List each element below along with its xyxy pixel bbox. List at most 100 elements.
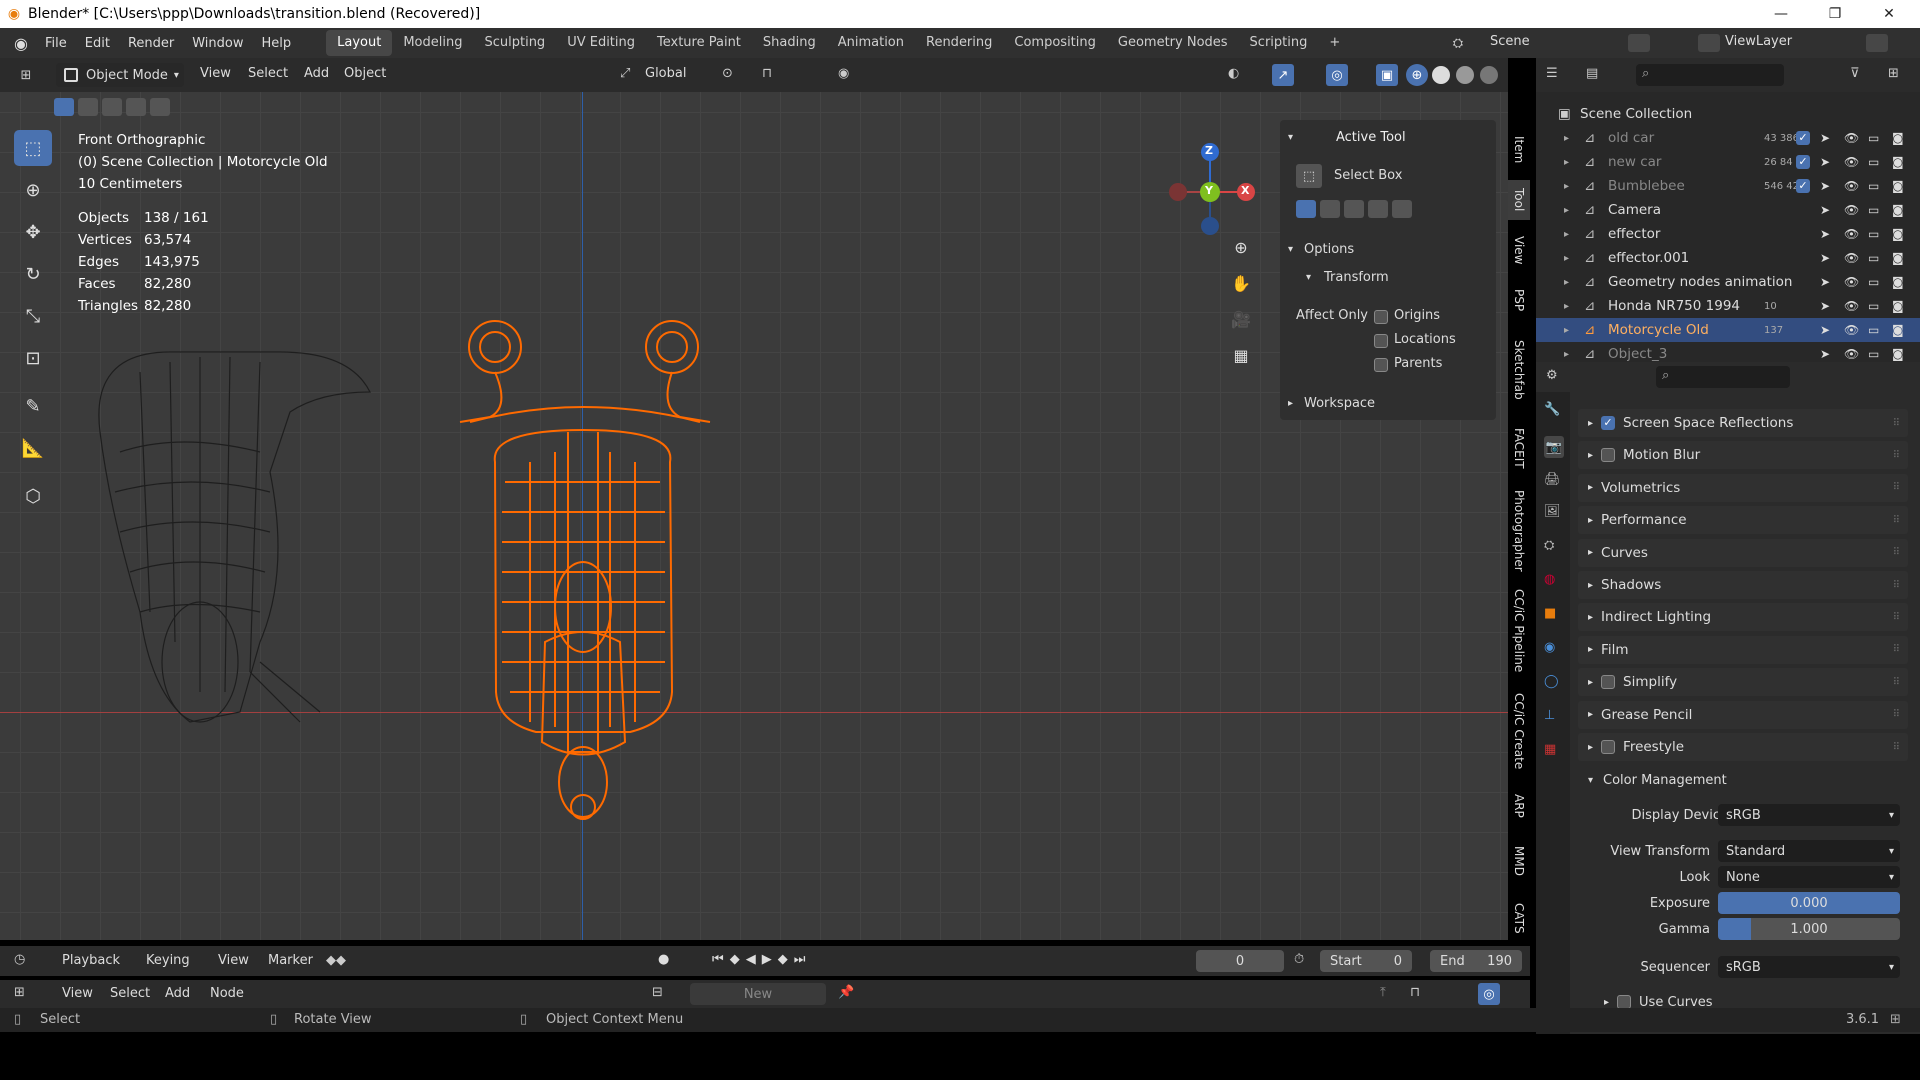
- render-visibility-icon[interactable]: ◙: [1892, 131, 1904, 145]
- tab-texture-paint[interactable]: Texture Paint: [646, 30, 752, 56]
- keyframe-nav-icon[interactable]: ◆◆: [326, 953, 346, 968]
- preview-range-icon[interactable]: ⏱: [1294, 952, 1304, 967]
- outliner-row[interactable]: ▸ ⊿ old car 43 386 ✓ ➤ 👁 ▭ ◙: [1536, 126, 1920, 150]
- sidetab-view[interactable]: View: [1508, 230, 1530, 270]
- drag-handle-icon[interactable]: ⠿: [1893, 482, 1900, 493]
- select-box-tool[interactable]: ⬚: [14, 130, 52, 166]
- selectable-icon[interactable]: ➤: [1820, 299, 1830, 313]
- selectable-icon[interactable]: ➤: [1820, 203, 1830, 217]
- gamma-slider[interactable]: 1.000: [1718, 918, 1900, 940]
- expand-arrow-icon[interactable]: ▸: [1564, 325, 1584, 336]
- origins-checkbox[interactable]: [1374, 310, 1388, 324]
- mode-subtract-icon[interactable]: [1344, 200, 1364, 218]
- menu-playback[interactable]: Playback: [62, 953, 120, 968]
- pivot-icon[interactable]: ⊙: [722, 66, 733, 81]
- drag-handle-icon[interactable]: ⠿: [1893, 418, 1900, 429]
- drag-handle-icon[interactable]: ⠿: [1893, 644, 1900, 655]
- expand-arrow-icon[interactable]: ▸: [1564, 277, 1584, 288]
- sidetab-psp[interactable]: PSP: [1508, 280, 1530, 320]
- start-frame-field[interactable]: Start 0: [1320, 950, 1412, 972]
- use-curves-checkbox[interactable]: [1617, 995, 1632, 1009]
- workspace-heading[interactable]: Workspace: [1304, 396, 1375, 411]
- eye-icon[interactable]: 👁: [1844, 323, 1859, 337]
- annotate-tool[interactable]: ✎: [14, 388, 52, 424]
- render-panel-row[interactable]: ▸ Performance ⠿: [1578, 506, 1908, 535]
- sidetab-cc-create[interactable]: CC/iC Create: [1508, 686, 1530, 776]
- select-subtract-icon[interactable]: [102, 98, 122, 116]
- cursor-tool[interactable]: ⊕: [14, 172, 52, 208]
- outliner-row[interactable]: ▸ ⊿ new car 26 84 ✓ ➤ 👁 ▭ ◙: [1536, 150, 1920, 174]
- render-visibility-icon[interactable]: ◙: [1892, 251, 1904, 265]
- menu-node-view[interactable]: View: [62, 986, 93, 1001]
- ortho-grid-icon[interactable]: ▦: [1228, 342, 1254, 368]
- outliner-row[interactable]: ▸ ⊿ effector ➤ 👁 ▭ ◙: [1536, 222, 1920, 246]
- sidetab-cats[interactable]: CATS: [1508, 896, 1530, 940]
- render-visibility-icon[interactable]: ◙: [1892, 227, 1904, 241]
- menu-keying[interactable]: Keying: [146, 953, 190, 968]
- new-collection-icon[interactable]: ⊞: [1888, 66, 1899, 81]
- texture-tab-icon[interactable]: ▦: [1544, 742, 1556, 757]
- eye-icon[interactable]: 👁: [1844, 203, 1859, 217]
- sidetab-sketchfab[interactable]: Sketchfab: [1508, 330, 1530, 410]
- viewport-visibility-icon[interactable]: ▭: [1868, 227, 1879, 241]
- expand-arrow-icon[interactable]: ▸: [1564, 181, 1584, 192]
- transform-heading[interactable]: Transform: [1324, 270, 1389, 285]
- outliner-row[interactable]: ▸ ⊿ Motorcycle Old 137 ➤ 👁 ▭ ◙: [1536, 318, 1920, 342]
- properties-search-input[interactable]: ⌕: [1656, 366, 1790, 388]
- tab-modeling[interactable]: Modeling: [392, 30, 473, 56]
- viewport-visibility-icon[interactable]: ▭: [1868, 323, 1879, 337]
- mode-dropdown[interactable]: Object Mode ▾: [56, 63, 184, 87]
- menu-marker[interactable]: Marker: [268, 953, 313, 968]
- chevron-down-icon[interactable]: ▾: [1288, 132, 1293, 143]
- viewport-visibility-icon[interactable]: ▭: [1868, 155, 1879, 169]
- render-panel-row[interactable]: ▸ Curves ⠿: [1578, 538, 1908, 567]
- snap-icon[interactable]: ⊓: [762, 66, 772, 81]
- camera-view-icon[interactable]: 🎥: [1228, 306, 1254, 332]
- minimize-icon[interactable]: —: [1758, 0, 1804, 28]
- render-visibility-icon[interactable]: ◙: [1892, 203, 1904, 217]
- viewport-visibility-icon[interactable]: ▭: [1868, 179, 1879, 193]
- outliner-row[interactable]: ▸ ⊿ effector.001 ➤ 👁 ▭ ◙: [1536, 246, 1920, 270]
- panel-checkbox[interactable]: ✓: [1601, 416, 1616, 430]
- sidetab-cc-pipeline[interactable]: CC/iC Pipeline: [1508, 586, 1530, 676]
- render-tab-icon[interactable]: 📷: [1544, 436, 1564, 458]
- gizmo-toggle-icon[interactable]: ↗: [1272, 64, 1294, 86]
- tab-sculpting[interactable]: Sculpting: [473, 30, 556, 56]
- chevron-right-icon[interactable]: ▸: [1288, 398, 1293, 409]
- transform-tool[interactable]: ⊡: [14, 340, 52, 376]
- add-workspace-button[interactable]: +: [1318, 30, 1351, 56]
- mode-extend-icon[interactable]: [1320, 200, 1340, 218]
- panel-checkbox[interactable]: [1601, 675, 1616, 690]
- viewport-visibility-icon[interactable]: ▭: [1868, 299, 1879, 313]
- mode-set-icon[interactable]: [1296, 200, 1316, 218]
- node-overlay-icon[interactable]: ◎: [1478, 983, 1500, 1005]
- outliner-row[interactable]: ▸ ⊿ Geometry nodes animation ➤ 👁 ▭ ◙: [1536, 270, 1920, 294]
- tool-tab-icon[interactable]: 🔧: [1544, 402, 1560, 417]
- scale-tool[interactable]: ⤡: [14, 298, 52, 334]
- eye-icon[interactable]: 👁: [1844, 299, 1859, 313]
- tab-shading[interactable]: Shading: [752, 30, 827, 56]
- tab-scripting[interactable]: Scripting: [1239, 30, 1319, 56]
- expand-arrow-icon[interactable]: ▸: [1564, 349, 1584, 360]
- orientation-dropdown[interactable]: Global: [645, 66, 686, 81]
- scene-stats-icon[interactable]: ⊞: [1890, 1012, 1901, 1027]
- editor-type-icon[interactable]: ⊞: [14, 65, 38, 85]
- scene-icon[interactable]: ⛭: [1448, 34, 1468, 52]
- menu-object[interactable]: Object: [344, 66, 386, 81]
- select-box-icon[interactable]: ⬚: [1296, 164, 1322, 188]
- scooter-wireframe[interactable]: [60, 312, 380, 732]
- render-panel-row[interactable]: ▸ Shadows ⠿: [1578, 571, 1908, 599]
- eye-icon[interactable]: 👁: [1844, 275, 1859, 289]
- selectable-icon[interactable]: ➤: [1820, 227, 1830, 241]
- drag-handle-icon[interactable]: ⠿: [1893, 612, 1900, 623]
- drag-handle-icon[interactable]: ⠿: [1893, 547, 1900, 558]
- playback-controls-icon[interactable]: ⏮◆◀▶◆⏭: [712, 952, 811, 967]
- select-extend-icon[interactable]: [78, 98, 98, 116]
- outliner-row[interactable]: ▸ ⊿ Honda NR750 1994 10 ➤ 👁 ▭ ◙: [1536, 294, 1920, 318]
- view-transform-dropdown[interactable]: Standard ▾: [1718, 840, 1900, 862]
- chevron-down-icon[interactable]: ▾: [1306, 272, 1311, 283]
- eye-icon[interactable]: 👁: [1844, 179, 1859, 193]
- sidetab-arp[interactable]: ARP: [1508, 786, 1530, 826]
- locations-checkbox[interactable]: [1374, 334, 1388, 348]
- mode-difference-icon[interactable]: [1368, 200, 1388, 218]
